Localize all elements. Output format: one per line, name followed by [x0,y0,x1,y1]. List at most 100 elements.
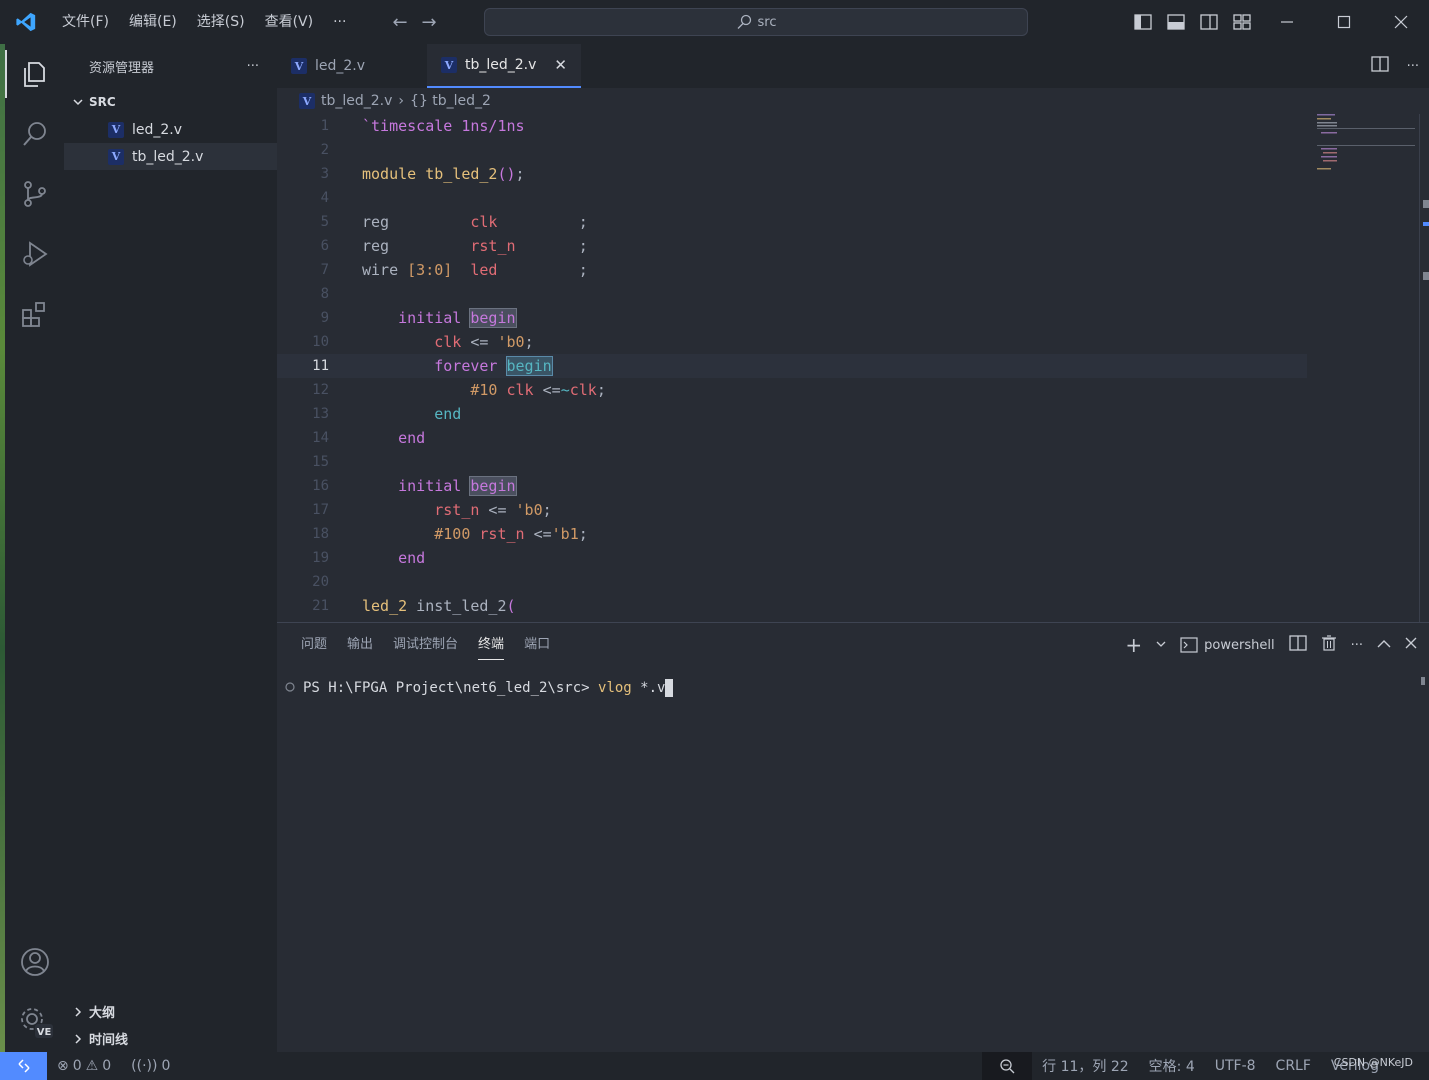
error-icon: ⊗ [57,1058,69,1074]
forward-arrow-icon[interactable]: → [422,12,437,33]
code-line: 12 #10 clk <=~clk; [277,378,1307,402]
close-icon[interactable]: ✕ [554,56,567,74]
new-terminal-icon[interactable]: + [1125,633,1142,657]
minimize-button[interactable] [1258,0,1315,44]
explorer-more-button[interactable]: ··· [247,59,259,74]
verilog-file-icon: V [108,121,124,138]
command-center-search[interactable]: src [484,8,1028,36]
explorer-icon[interactable] [5,44,64,104]
menu-more[interactable]: ··· [323,7,356,37]
remote-icon [17,1059,30,1073]
line-number: 3 [320,166,329,182]
code-line: 19 end [277,546,1307,570]
accounts-icon[interactable] [5,932,64,992]
line-number: 21 [312,598,329,614]
outline-label: 大纲 [89,1006,116,1021]
line-number: 9 [320,310,329,326]
code-line: 16 initial begin [277,474,1307,498]
trash-icon[interactable] [1321,635,1337,655]
outline-section[interactable]: 大纲 [64,998,277,1025]
breadcrumb-symbol[interactable]: {} tb_led_2 [410,93,491,109]
run-debug-icon[interactable] [5,224,64,284]
split-editor-icon[interactable] [1370,56,1389,76]
editor-scrollbar[interactable] [1419,114,1429,622]
close-window-button[interactable] [1372,0,1429,44]
tab-output[interactable]: 输出 [337,623,383,667]
code-line: 10 clk <= 'b0; [277,330,1307,354]
menu-view[interactable]: 查看(V) [255,7,324,37]
timeline-section[interactable]: 时间线 [64,1025,277,1052]
code-editor[interactable]: 1 `timescale 1ns/1ns 2 3 module tb_led_2()… [277,114,1429,622]
explorer-sidebar: 资源管理器 ··· SRC V led_2.v V tb_led_2.v 大纲 … [64,44,277,1052]
editor-tabs: V led_2.v V tb_led_2.v ✕ ··· [277,44,1429,88]
tab-problems[interactable]: 问题 [291,623,337,667]
zoom-icon[interactable] [982,1052,1033,1080]
minimap[interactable] [1317,114,1417,174]
code-line: 9 initial begin [277,306,1307,330]
circle-icon [285,680,295,696]
toggle-secondary-sidebar-icon[interactable] [1192,0,1225,44]
terminal-scrollbar[interactable] [1421,677,1425,685]
tab-terminal[interactable]: 终端 [468,623,514,667]
folder-src[interactable]: SRC [64,88,277,116]
code-line: 8 [277,282,1307,306]
chevron-right-icon [70,1031,86,1047]
code-line: 17 rst_n <= 'b0; [277,498,1307,522]
chevron-down-icon[interactable] [1156,638,1166,653]
error-count: 0 [72,1058,82,1074]
menu-edit[interactable]: 编辑(E) [119,7,187,37]
code-line: 21 led_2 inst_led_2( [277,594,1307,618]
line-number: 12 [312,382,329,398]
code-line: 7 wire [3:0] led ; [277,258,1307,282]
file-tb_led_2[interactable]: V tb_led_2.v [64,143,277,170]
tab-tb_led_2[interactable]: V tb_led_2.v ✕ [427,44,581,88]
terminal-prompt-line[interactable]: PS H:\FPGA Project\net6_led_2\src> vlog … [285,679,674,697]
terminal-shell-selector[interactable]: powershell [1180,637,1275,653]
remote-indicator[interactable] [0,1052,47,1080]
tab-led_2[interactable]: V led_2.v [277,44,427,88]
problems-status[interactable]: ⊗ 0 ⚠ 0 [47,1058,121,1074]
line-ending[interactable]: CRLF [1266,1058,1321,1074]
split-terminal-icon[interactable] [1288,635,1307,655]
tab-ports[interactable]: 端口 [514,623,560,667]
chevron-up-icon[interactable] [1377,638,1391,653]
maximize-button[interactable] [1315,0,1372,44]
tab-debug-console[interactable]: 调试控制台 [383,623,468,667]
more-actions-icon[interactable]: ··· [1351,638,1363,653]
file-led_2[interactable]: V led_2.v [64,116,277,143]
customize-layout-icon[interactable] [1225,0,1258,44]
terminal-command: vlog [598,680,632,696]
toggle-sidebar-icon[interactable] [1126,0,1159,44]
activity-bar-bottom: VE [5,932,64,1052]
search-activity-icon[interactable] [5,104,64,164]
nav-arrows: ← → [392,12,436,33]
menu-selection[interactable]: 选择(S) [187,7,255,37]
bottom-panel: 问题 输出 调试控制台 终端 端口 + powershell ··· PS H:… [277,622,1429,1052]
line-number: 16 [312,478,329,494]
menu-bar: 文件(F) 编辑(E) 选择(S) 查看(V) ··· [52,0,356,44]
breadcrumb-file[interactable]: tb_led_2.v [321,93,392,109]
encoding[interactable]: UTF-8 [1205,1058,1266,1074]
indentation[interactable]: 空格: 4 [1139,1056,1205,1076]
ports-status[interactable]: ((·)) 0 [121,1058,180,1074]
line-number: 4 [320,190,329,206]
folder-label: SRC [89,95,116,109]
close-panel-icon[interactable] [1405,637,1417,653]
manage-gear-icon[interactable]: VE [5,992,64,1052]
extensions-icon[interactable] [5,284,64,344]
menu-file[interactable]: 文件(F) [52,7,119,37]
explorer-title: 资源管理器 [89,60,155,76]
back-arrow-icon[interactable]: ← [392,12,407,33]
code-line: 4 [277,186,1307,210]
verilog-file-icon: V [291,58,307,74]
verilog-file-icon: V [441,57,457,73]
toggle-panel-icon[interactable] [1159,0,1192,44]
more-actions-icon[interactable]: ··· [1407,59,1419,74]
cursor-position[interactable]: 行 11，列 22 [1032,1056,1139,1076]
line-number: 19 [312,550,329,566]
source-control-icon[interactable] [5,164,64,224]
line-number: 20 [312,574,329,590]
title-bar: 文件(F) 编辑(E) 选择(S) 查看(V) ··· ← → src [0,0,1429,44]
shell-label: powershell [1204,637,1275,653]
search-text: src [757,14,777,30]
